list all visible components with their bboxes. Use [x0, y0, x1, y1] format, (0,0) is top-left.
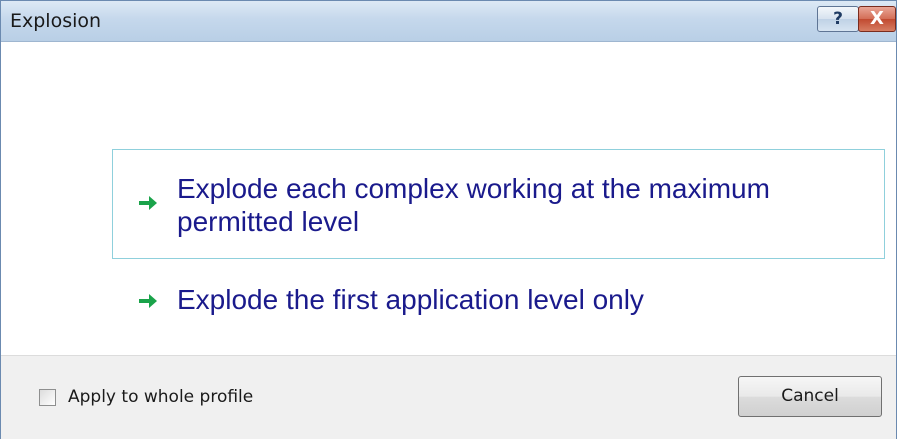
options-panel: Explode each complex working at the maxi… — [1, 42, 896, 354]
dialog-footer: Apply to whole profile Cancel — [1, 355, 896, 439]
close-button[interactable]: X — [858, 6, 896, 32]
option-label: Explode the first application level only — [177, 284, 644, 315]
apply-whole-profile-checkbox[interactable] — [39, 389, 56, 406]
green-arrow-right-icon — [139, 294, 157, 308]
explosion-dialog: Explosion ? X Explode each complex worki… — [0, 0, 897, 439]
option-explode-first-level[interactable]: Explode the first application level only — [112, 268, 885, 332]
apply-whole-profile-label[interactable]: Apply to whole profile — [68, 387, 253, 407]
help-icon: ? — [833, 9, 843, 29]
option-label: Explode each complex working at the maxi… — [177, 173, 770, 237]
option-explode-max-level[interactable]: Explode each complex working at the maxi… — [112, 149, 885, 259]
title-bar: Explosion ? X — [1, 1, 896, 42]
close-icon: X — [870, 8, 884, 29]
cancel-button[interactable]: Cancel — [738, 376, 882, 417]
green-arrow-right-icon — [139, 196, 157, 210]
help-button[interactable]: ? — [817, 6, 859, 32]
window-title: Explosion — [10, 10, 102, 32]
